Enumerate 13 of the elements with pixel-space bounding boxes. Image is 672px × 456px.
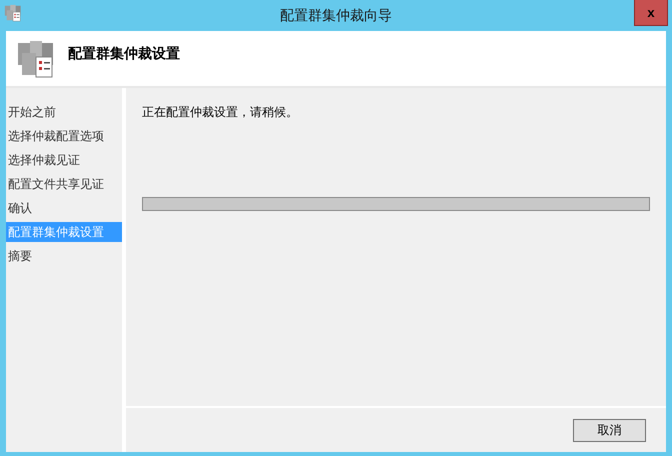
- step-item[interactable]: 配置文件共享见证: [6, 174, 122, 194]
- step-item[interactable]: 开始之前: [6, 102, 122, 122]
- step-item[interactable]: 摘要: [6, 246, 122, 266]
- app-icon: [4, 4, 22, 22]
- page-title: 配置群集仲裁设置: [68, 45, 180, 63]
- step-item[interactable]: 确认: [6, 198, 122, 218]
- cancel-button[interactable]: 取消: [573, 418, 646, 442]
- status-message: 正在配置仲裁设置，请稍候。: [142, 104, 299, 121]
- cluster-icon: [16, 39, 56, 79]
- window-title: 配置群集仲裁向导: [280, 6, 392, 24]
- step-item[interactable]: 选择仲裁配置选项: [6, 126, 122, 146]
- step-item[interactable]: 选择仲裁见证: [6, 150, 122, 170]
- close-button[interactable]: x: [634, 0, 668, 26]
